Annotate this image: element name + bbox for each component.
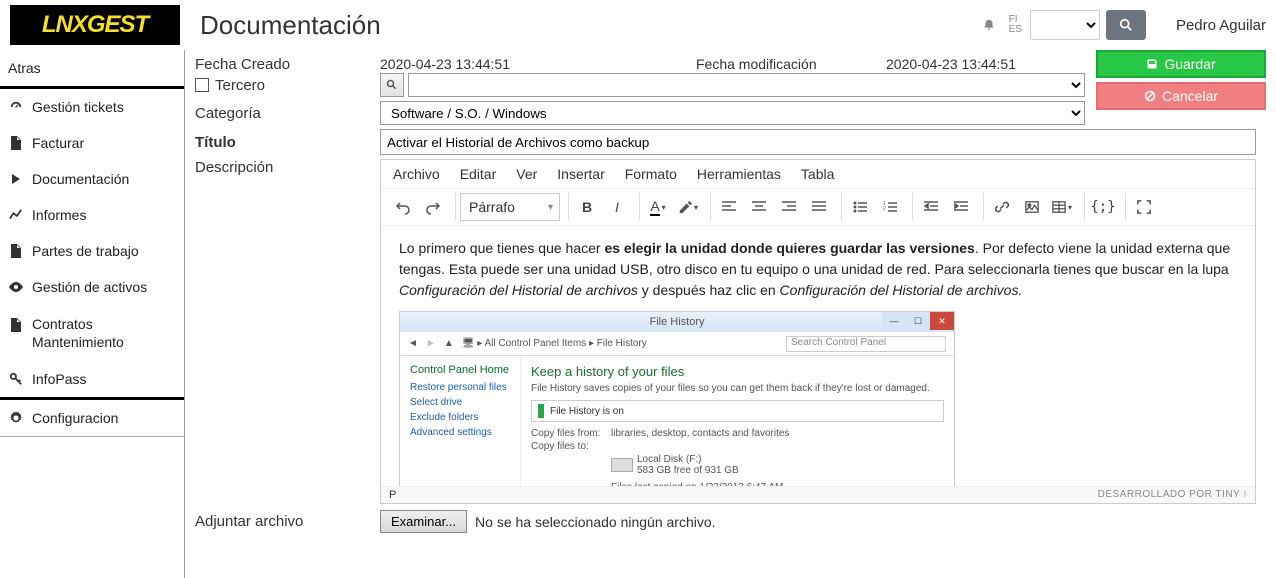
lang-icon[interactable]: FIES — [1009, 15, 1022, 35]
created-value: 2020-04-23 13:44:51 — [380, 56, 696, 73]
search-panel: Search Control Panel — [786, 336, 946, 352]
cancel-button[interactable]: Cancelar — [1096, 82, 1266, 110]
sidebar-item-contratos[interactable]: Contratos Mantenimiento — [0, 305, 184, 361]
title-input[interactable] — [380, 129, 1256, 155]
tiny-credit: DESARROLLADO POR TINY ⁝ — [1098, 489, 1247, 501]
modified-label: Fecha modificación — [696, 56, 886, 73]
nav-up-icon: ▲ — [444, 338, 454, 349]
editor-path: P — [389, 489, 396, 501]
sidebar-item-activos[interactable]: Gestión de activos — [0, 269, 184, 305]
undo-button[interactable] — [389, 193, 417, 221]
menu-insertar[interactable]: Insertar — [557, 166, 604, 182]
nav-fwd-icon: ► — [426, 338, 436, 349]
sidebar-item-tickets[interactable]: Gestión tickets — [0, 89, 184, 125]
nofile-text: No se ha seleccionado ningún archivo. — [475, 514, 716, 530]
image-button[interactable] — [1018, 193, 1046, 221]
redo-button[interactable] — [419, 193, 447, 221]
file-icon — [8, 317, 24, 333]
sidebar: Atras Gestión tickets Facturar Documenta… — [0, 50, 185, 578]
eye-icon — [8, 279, 24, 295]
key-icon — [8, 371, 24, 387]
menu-archivo[interactable]: Archivo — [393, 166, 440, 182]
created-label: Fecha Creado — [195, 56, 380, 73]
attach-label: Adjuntar archivo — [195, 513, 380, 530]
menu-editar[interactable]: Editar — [460, 166, 497, 182]
category-label: Categoría — [195, 105, 380, 122]
app-logo[interactable]: LNXGEST — [10, 5, 180, 45]
code-button[interactable]: {;} — [1089, 193, 1117, 221]
dashboard-icon — [8, 99, 24, 115]
win-max-icon: ☐ — [906, 312, 930, 330]
menu-formato[interactable]: Formato — [625, 166, 677, 182]
tercero-select[interactable] — [408, 73, 1085, 97]
win-close-icon: ✕ — [930, 312, 954, 330]
menu-tabla[interactable]: Tabla — [801, 166, 834, 182]
svg-text:2: 2 — [883, 206, 886, 212]
outdent-button[interactable] — [917, 193, 945, 221]
highlight-button[interactable]: ▾ — [674, 193, 702, 221]
align-right-button[interactable] — [775, 193, 803, 221]
save-button[interactable]: Guardar — [1096, 50, 1266, 78]
win-min-icon: — — [882, 312, 906, 330]
sidebar-back[interactable]: Atras — [0, 50, 184, 86]
sidebar-item-config[interactable]: Configuracion — [0, 400, 184, 436]
menu-ver[interactable]: Ver — [516, 166, 537, 182]
browse-button[interactable]: Examinar... — [380, 510, 467, 533]
sidebar-item-informes[interactable]: Informes — [0, 197, 184, 233]
page-title: Documentación — [200, 10, 981, 41]
top-search-select[interactable] — [1030, 10, 1100, 40]
table-button[interactable]: ▾ — [1048, 193, 1076, 221]
tercero-label: Tercero — [215, 77, 265, 94]
sidebar-item-partes[interactable]: Partes de trabajo — [0, 233, 184, 269]
file-icon — [8, 243, 24, 259]
paragraph-select[interactable]: Párrafo — [460, 193, 560, 221]
editor-content[interactable]: Lo primero que tienes que hacer es elegi… — [381, 226, 1255, 486]
top-search-button[interactable] — [1106, 10, 1146, 40]
sidebar-item-facturar[interactable]: Facturar — [0, 125, 184, 161]
align-center-button[interactable] — [745, 193, 773, 221]
number-list-button[interactable]: 12 — [876, 193, 904, 221]
sidebar-item-infopass[interactable]: InfoPass — [0, 361, 184, 397]
user-name[interactable]: Pedro Aguilar — [1176, 17, 1266, 34]
editor-menu: Archivo Editar Ver Insertar Formato Herr… — [381, 160, 1255, 188]
link-button[interactable] — [988, 193, 1016, 221]
italic-button[interactable]: I — [603, 193, 631, 221]
play-icon — [8, 171, 24, 187]
text-color-button[interactable]: A▾ — [644, 193, 672, 221]
indent-button[interactable] — [947, 193, 975, 221]
rich-editor: Archivo Editar Ver Insertar Formato Herr… — [380, 159, 1256, 504]
title-label: Título — [195, 134, 380, 151]
chart-icon — [8, 207, 24, 223]
embedded-screenshot: File History — ☐ ✕ ◄ ► ▲ 🖥 ▸ All Contro — [399, 311, 955, 486]
align-justify-button[interactable] — [805, 193, 833, 221]
tercero-search-button[interactable] — [380, 73, 404, 97]
desc-label: Descripción — [195, 159, 380, 176]
align-left-button[interactable] — [715, 193, 743, 221]
bell-icon[interactable] — [981, 17, 997, 33]
gear-icon — [8, 410, 24, 426]
category-select[interactable]: Software / S.O. / Windows — [380, 101, 1085, 125]
sidebar-item-documentacion[interactable]: Documentación — [0, 161, 184, 197]
bold-button[interactable]: B — [573, 193, 601, 221]
fullscreen-button[interactable] — [1130, 193, 1158, 221]
file-icon — [8, 135, 24, 151]
menu-herramientas[interactable]: Herramientas — [697, 166, 781, 182]
breadcrumb: 🖥 ▸ All Control Panel Items ▸ File Histo… — [462, 338, 778, 349]
tercero-checkbox[interactable] — [195, 78, 209, 92]
modified-value: 2020-04-23 13:44:51 — [886, 56, 1076, 73]
nav-back-icon: ◄ — [408, 338, 418, 349]
bullet-list-button[interactable] — [846, 193, 874, 221]
